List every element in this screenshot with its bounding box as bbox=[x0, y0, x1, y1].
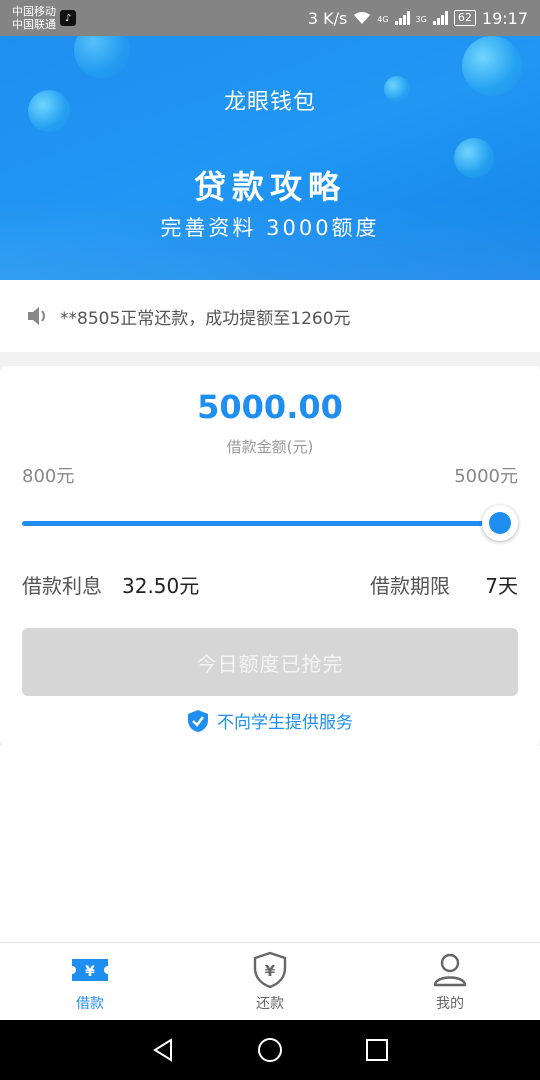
yen-shield-icon: ¥ bbox=[253, 951, 287, 989]
apply-loan-button[interactable]: 今日额度已抢完 bbox=[22, 628, 518, 696]
term-value: 7天 bbox=[485, 574, 518, 598]
app-title: 龙眼钱包 bbox=[223, 90, 316, 115]
bubble-decoration bbox=[74, 36, 130, 78]
loan-amount: 5000.00 bbox=[197, 388, 343, 426]
net-4g-label: 4G bbox=[377, 14, 389, 24]
loan-amount-label: 借款金额(元) bbox=[226, 438, 314, 456]
range-max-label: 5000元 bbox=[454, 466, 518, 487]
tiktok-icon: ♪ bbox=[60, 10, 76, 26]
student-notice-text: 不向学生提供服务 bbox=[217, 713, 353, 733]
tab-mine-label: 我的 bbox=[436, 996, 464, 1012]
back-icon[interactable] bbox=[149, 1036, 177, 1064]
carrier-1: 中国移动 bbox=[12, 5, 56, 18]
wifi-icon bbox=[354, 11, 371, 24]
hero-title: 贷款攻略 bbox=[193, 168, 346, 206]
carrier-2: 中国联通 bbox=[12, 18, 56, 31]
svg-text:¥: ¥ bbox=[265, 962, 276, 980]
shield-check-icon bbox=[188, 709, 208, 732]
battery-icon: 62 bbox=[453, 10, 476, 26]
clock: 19:17 bbox=[481, 8, 528, 28]
range-min-label: 800元 bbox=[22, 466, 75, 487]
repayment-notice-bar: **8505正常还款，成功提额至1260元 bbox=[0, 280, 540, 352]
carrier-names: 中国移动 中国联通 bbox=[12, 5, 56, 31]
notice-text: **8505正常还款，成功提额至1260元 bbox=[60, 308, 351, 329]
speaker-icon bbox=[28, 307, 45, 325]
promo-banner[interactable]: 龙眼钱包 贷款攻略 完善资料 3000额度 bbox=[0, 36, 540, 280]
recents-icon[interactable] bbox=[363, 1036, 391, 1064]
system-nav-bar bbox=[0, 1020, 540, 1080]
hero-subtitle: 完善资料 3000额度 bbox=[160, 216, 380, 240]
net-3g-label: 3G bbox=[415, 14, 427, 24]
amount-slider-track[interactable] bbox=[22, 521, 500, 526]
signal-icon-2 bbox=[432, 11, 448, 25]
tab-mine[interactable]: 我的 bbox=[360, 943, 540, 1020]
interest-value: 32.50元 bbox=[122, 574, 200, 598]
status-bar: 中国移动 中国联通 ♪ 3 K/s 4G 3G 62 19:17 bbox=[0, 0, 540, 36]
tab-repay[interactable]: ¥ 还款 bbox=[180, 943, 360, 1020]
term-label: 借款期限 bbox=[370, 574, 450, 598]
bottom-tab-bar: ¥ 借款 ¥ 还款 我的 bbox=[0, 942, 540, 1020]
interest-label: 借款利息 bbox=[22, 574, 102, 598]
student-notice: 不向学生提供服务 bbox=[0, 708, 540, 733]
loan-ticket-icon: ¥ bbox=[72, 959, 108, 981]
loan-card: 5000.00 借款金额(元) 800元 5000元 借款利息 32.50元 借… bbox=[0, 366, 540, 746]
tab-repay-label: 还款 bbox=[256, 996, 284, 1012]
network-speed: 3 K/s bbox=[307, 8, 348, 28]
home-icon[interactable] bbox=[256, 1036, 284, 1064]
tab-loan[interactable]: ¥ 借款 bbox=[0, 943, 180, 1020]
user-icon bbox=[433, 953, 467, 987]
content-area bbox=[0, 746, 540, 942]
svg-text:¥: ¥ bbox=[85, 964, 95, 980]
signal-icon-1 bbox=[394, 11, 410, 25]
battery-level: 62 bbox=[457, 11, 472, 24]
tab-loan-label: 借款 bbox=[76, 996, 104, 1012]
amount-slider-thumb[interactable] bbox=[482, 505, 518, 541]
